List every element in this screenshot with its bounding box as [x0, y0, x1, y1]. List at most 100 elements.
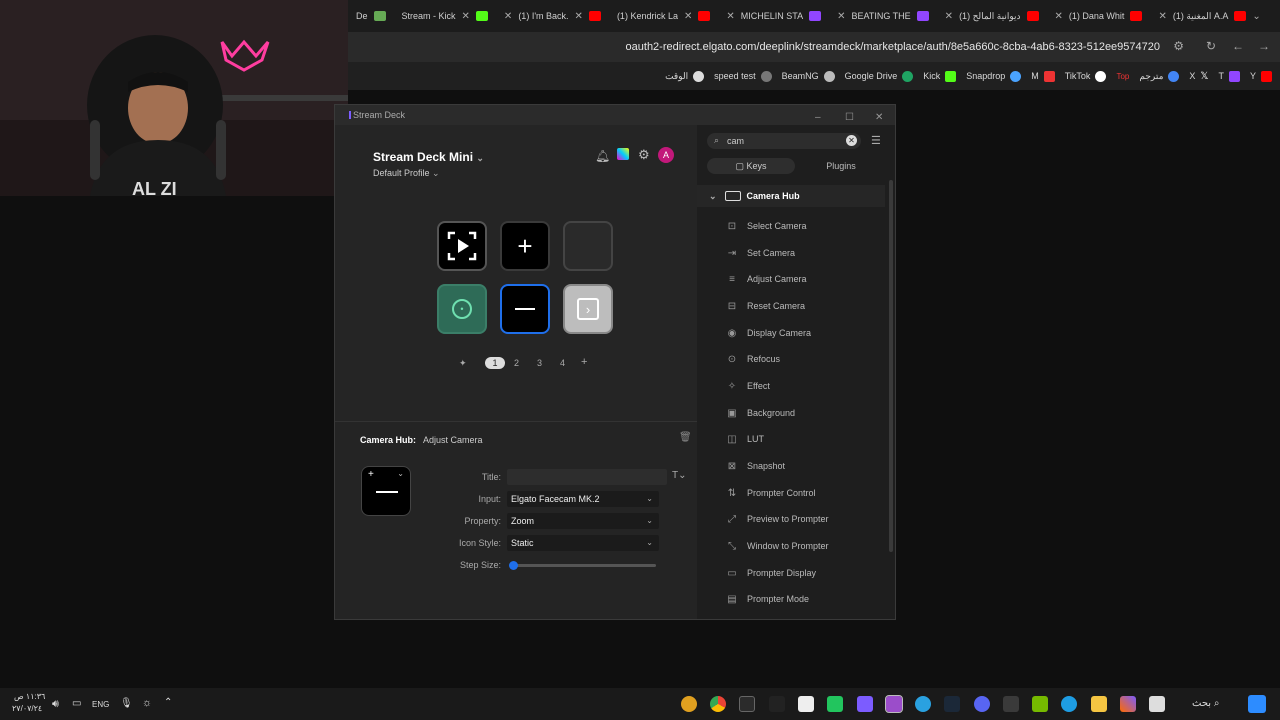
action-item[interactable]: ⇅ Prompter Control	[697, 480, 895, 506]
file-icon[interactable]	[798, 696, 814, 712]
bookmark-item[interactable]: M	[1031, 70, 1055, 82]
site-settings-icon[interactable]: ⚙	[1173, 39, 1184, 53]
page-1[interactable]: 1	[485, 357, 505, 369]
action-item[interactable]: ▤ Prompter Mode	[697, 586, 895, 612]
address-bar[interactable]: oauth2-redirect.elgato.com/deeplink/stre…	[348, 32, 1280, 62]
url-text[interactable]: oauth2-redirect.elgato.com/deeplink/stre…	[626, 41, 1160, 53]
language-indicator[interactable]: ENG	[92, 700, 109, 709]
chrome-icon[interactable]	[710, 696, 726, 712]
app-icon[interactable]	[827, 696, 843, 712]
bookmark-item[interactable]: BeamNG	[782, 70, 835, 82]
microphone-icon[interactable]: 🎙︎	[120, 698, 133, 709]
clear-search-icon[interactable]: ✕	[846, 135, 857, 146]
action-item[interactable]: ⊠ Snapshot	[697, 453, 895, 479]
browser-tab[interactable]: ✕ (1) المغنية A.A ⌄	[1150, 0, 1268, 32]
copilot-icon[interactable]	[1120, 696, 1136, 712]
network-icon[interactable]: ▭	[72, 698, 81, 709]
epic-games-icon[interactable]	[739, 696, 755, 712]
pin-icon[interactable]: ✦	[459, 358, 467, 369]
browser-tab[interactable]: De	[348, 0, 394, 32]
discord-icon[interactable]	[974, 696, 990, 712]
browser-tab[interactable]: (1) Kendrick La ✕	[609, 0, 718, 32]
action-item[interactable]: ⇥ Set Camera	[697, 240, 895, 266]
property-dropdown[interactable]: Zoom ⌄	[507, 513, 659, 529]
bookmark-item[interactable]: مترجم	[1139, 70, 1180, 82]
deck-key-broadcast[interactable]: •	[437, 284, 487, 334]
bookmark-item[interactable]: X𝕏	[1189, 71, 1208, 82]
action-item[interactable]: ▣ Background	[697, 400, 895, 426]
search-input[interactable]: ⌕ cam ✕	[707, 133, 861, 149]
input-dropdown[interactable]: Elgato Facecam MK.2 ⌄	[507, 491, 659, 507]
close-tab-icon[interactable]: ✕	[684, 11, 692, 22]
trash-icon[interactable]: 🗑︎	[679, 432, 692, 443]
bookmark-item[interactable]: Snapdrop	[966, 70, 1022, 82]
reload-icon[interactable]: ↻	[1206, 39, 1216, 53]
obs-icon[interactable]	[885, 695, 903, 713]
device-selector[interactable]: Stream Deck Mini ⌄	[373, 150, 484, 164]
action-item[interactable]: ◉ Display Camera	[697, 320, 895, 346]
bookmark-item[interactable]: TikTok	[1065, 70, 1107, 82]
action-item[interactable]: ≡ Adjust Camera	[697, 266, 895, 292]
bookmark-item[interactable]: Kick	[923, 70, 957, 82]
browser-tab[interactable]: ✕ BEATING THE	[829, 0, 937, 32]
windows-start-icon[interactable]	[1248, 695, 1266, 713]
browser-tab[interactable]: Stream - Kick ✕	[394, 0, 496, 32]
action-item[interactable]: ⤢ Preview to Prompter	[697, 506, 895, 532]
browser-tab[interactable]: ✕ (1) ديوانية المالح	[937, 0, 1047, 32]
deck-key-play[interactable]	[437, 221, 487, 271]
avatar[interactable]: A	[658, 147, 674, 163]
gear-icon[interactable]: ⚙	[638, 147, 650, 163]
search-button[interactable]: بحث ⌕	[1192, 698, 1219, 709]
bookmark-item[interactable]: T	[1218, 70, 1240, 82]
list-view-icon[interactable]: ☰	[871, 134, 881, 147]
action-item[interactable]: ✧ Effect	[697, 373, 895, 399]
nvidia-icon[interactable]	[1032, 696, 1048, 712]
back-icon[interactable]: ←	[1232, 39, 1244, 53]
store-icon[interactable]	[1003, 696, 1019, 712]
app-icon[interactable]	[769, 696, 785, 712]
icon-style-dropdown[interactable]: Static ⌄	[507, 535, 659, 551]
close-tab-icon[interactable]: ✕	[726, 11, 734, 22]
close-tab-icon[interactable]: ✕	[504, 11, 512, 22]
deck-key-minus-selected[interactable]	[500, 284, 550, 334]
clock-date[interactable]: ٢٧/٠٧/٢٤	[12, 704, 42, 713]
scrollbar[interactable]	[889, 180, 893, 552]
bookmark-item[interactable]: speed test	[714, 70, 772, 82]
tab-keys[interactable]: ▢ Keys	[707, 158, 795, 174]
volume-icon[interactable]: 🔊︎	[52, 698, 59, 711]
close-tab-icon[interactable]: ✕	[945, 11, 953, 22]
profile-selector[interactable]: Default Profile ⌄	[373, 168, 440, 179]
browser-tab[interactable]: ✕ (1) I'm Back. ✕	[496, 0, 609, 32]
action-item[interactable]: ⊙ Refocus	[697, 346, 895, 372]
action-item[interactable]: ◫ LUT	[697, 426, 895, 452]
close-tab-icon[interactable]: ✕	[1158, 11, 1166, 22]
close-tab-icon[interactable]: ✕	[1055, 11, 1063, 22]
tab-plugins[interactable]: Plugins	[797, 158, 885, 174]
action-item[interactable]: ▭ Prompter Display	[697, 560, 895, 586]
app-icon[interactable]	[681, 696, 697, 712]
action-item[interactable]: ⊟ Reset Camera	[697, 293, 895, 319]
page-2[interactable]: 2	[514, 358, 519, 368]
deck-key-plus[interactable]: +	[500, 221, 550, 271]
grid-app-icon[interactable]	[857, 696, 873, 712]
marketplace-icon[interactable]	[617, 148, 629, 160]
brightness-icon[interactable]: ☼	[142, 697, 152, 709]
step-size-slider[interactable]	[509, 561, 656, 570]
bookmark-item[interactable]: Y	[1250, 70, 1272, 82]
action-item[interactable]: ⤡ Window to Prompter	[697, 533, 895, 559]
bookmark-item[interactable]: Top	[1116, 72, 1129, 81]
title-input[interactable]	[507, 469, 667, 485]
bookmark-item[interactable]: Google Drive	[845, 70, 914, 82]
deck-key-next[interactable]: ›	[563, 284, 613, 334]
telegram-icon[interactable]	[915, 696, 931, 712]
close-tab-icon[interactable]: ✕	[575, 11, 583, 22]
clock-time[interactable]: ١١:٣٦ ص	[14, 692, 45, 701]
tray-overflow-icon[interactable]: ⌃	[164, 697, 172, 708]
chevron-down-icon[interactable]: ⌄	[397, 469, 404, 478]
steam-icon[interactable]	[944, 696, 960, 712]
forward-icon[interactable]: →	[1258, 39, 1270, 53]
browser-tab[interactable]: ✕ (1) Dana Whit	[1047, 0, 1151, 32]
page-3[interactable]: 3	[537, 358, 542, 368]
tab-list-chevron-icon[interactable]: ⌄	[1252, 11, 1260, 22]
page-4[interactable]: 4	[560, 358, 565, 368]
